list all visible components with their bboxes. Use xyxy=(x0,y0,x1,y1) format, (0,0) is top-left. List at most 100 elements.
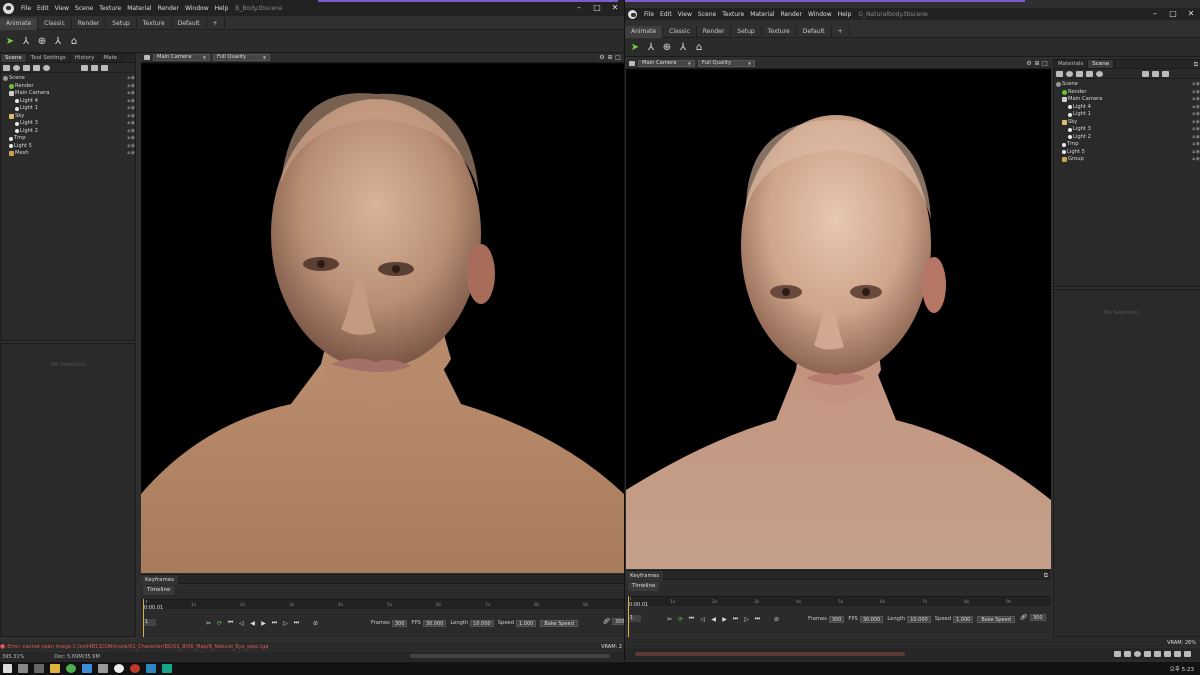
tab-setup[interactable]: Setup xyxy=(106,17,137,30)
lock-icon[interactable]: 🔒︎ xyxy=(1192,104,1195,112)
eye-icon[interactable]: ◉ xyxy=(1196,111,1200,119)
lock-icon[interactable]: 🔒︎ xyxy=(127,83,130,91)
move-tool-icon[interactable]: ⅄ xyxy=(19,35,33,49)
delete-icon[interactable] xyxy=(1162,70,1169,77)
tab-render[interactable]: Render xyxy=(72,17,107,30)
minimize-icon[interactable]: – xyxy=(1146,8,1164,20)
tree-item-sky[interactable]: Sky 🔒︎ ◉ xyxy=(1054,119,1200,127)
eye-icon[interactable]: ◉ xyxy=(131,135,135,143)
tab-history[interactable]: History xyxy=(71,54,100,62)
windows-start-icon[interactable] xyxy=(3,664,12,673)
next-key-icon[interactable]: ▷ xyxy=(741,616,752,623)
menu-file[interactable]: File xyxy=(641,11,657,18)
tab-scene[interactable]: Scene xyxy=(1088,60,1114,68)
messenger-icon[interactable] xyxy=(82,664,92,673)
link-icon[interactable]: 🔗︎ xyxy=(1018,614,1029,621)
horizontal-scrollbar[interactable] xyxy=(410,654,610,658)
delete-icon[interactable] xyxy=(101,64,108,71)
quality-dropdown[interactable]: Full Quality ▼ xyxy=(213,54,270,61)
lock-icon[interactable]: 🔒︎ xyxy=(1192,89,1195,97)
eye-icon[interactable]: ◉ xyxy=(131,143,135,151)
eye-icon[interactable]: ◉ xyxy=(1196,89,1200,97)
tab-materials[interactable]: Mate xyxy=(99,54,123,62)
minimize-icon[interactable]: – xyxy=(570,0,588,16)
tree-item-tmp[interactable]: Tmp 🔒︎ ◉ xyxy=(1,135,135,143)
eye-icon[interactable]: ◉ xyxy=(131,120,135,128)
menu-material[interactable]: Material xyxy=(747,11,777,18)
move-tool-icon[interactable]: ⅄ xyxy=(644,41,658,55)
add-sky-icon[interactable] xyxy=(43,64,50,71)
tree-item-light-5[interactable]: Light 5 🔒︎ ◉ xyxy=(1,143,135,151)
eye-icon[interactable]: ◉ xyxy=(1196,149,1200,157)
add-mesh-icon[interactable] xyxy=(1086,70,1093,77)
maximize-viewport-icon[interactable]: □ xyxy=(1041,60,1049,68)
lock-icon[interactable]: 🔒︎ xyxy=(1192,96,1195,104)
lock-icon[interactable]: 🔒︎ xyxy=(127,90,130,98)
lock-icon[interactable]: 🔒︎ xyxy=(127,128,130,136)
add-light-icon[interactable] xyxy=(13,64,20,71)
go-start-icon[interactable]: ⏮ xyxy=(686,615,697,623)
tree-item-light-2[interactable]: Light 2 🔒︎ ◉ xyxy=(1,128,135,136)
search-icon[interactable] xyxy=(18,664,28,673)
menu-help[interactable]: Help xyxy=(835,11,855,18)
tab-scene[interactable]: Scene xyxy=(1,54,27,62)
horizontal-scrollbar[interactable] xyxy=(635,652,905,656)
lock-icon[interactable]: 🔒︎ xyxy=(127,120,130,128)
lock-icon[interactable]: 🔒︎ xyxy=(127,150,130,158)
app-logo-icon[interactable] xyxy=(628,9,637,19)
render-stage[interactable] xyxy=(141,64,624,573)
maximize-icon[interactable]: □ xyxy=(1164,8,1182,20)
speed-field[interactable]: 1.000 xyxy=(953,615,974,623)
tree-item-light-3[interactable]: Light 3 🔒︎ ◉ xyxy=(1,120,135,128)
lock-icon[interactable]: 🔒︎ xyxy=(1192,156,1195,164)
bake-speed-button[interactable]: Bake Speed xyxy=(540,619,578,627)
link-icon[interactable]: 🔗︎ xyxy=(601,618,612,625)
loop-icon[interactable]: ⟳ xyxy=(214,620,225,627)
fps-field[interactable]: 30.000 xyxy=(859,615,884,623)
tree-item-mesh[interactable]: Mesh 🔒︎ ◉ xyxy=(1,150,135,158)
folder-icon[interactable] xyxy=(1154,651,1161,657)
tab-timeline[interactable]: Timeline xyxy=(628,582,660,591)
tree-item-render[interactable]: Render 🔒︎ ◉ xyxy=(1054,89,1200,97)
tab-texture[interactable]: Texture xyxy=(137,17,172,30)
tree-item-light-2[interactable]: Light 2 🔒︎ ◉ xyxy=(1054,134,1200,142)
end-frame-field[interactable]: 300 xyxy=(612,618,624,625)
tab-keyframes[interactable]: Keyframes xyxy=(626,571,664,581)
maximize-icon[interactable]: □ xyxy=(588,0,606,16)
menu-edit[interactable]: Edit xyxy=(657,11,675,18)
viewport[interactable]: Main Camera ▼ Full Quality ▼ ⚙ ⊞ □ xyxy=(626,59,1051,569)
folder-icon[interactable] xyxy=(1142,70,1149,77)
menu-edit[interactable]: Edit xyxy=(34,5,52,12)
gear-icon[interactable]: ⚙ xyxy=(598,54,606,62)
delete-icon[interactable] xyxy=(1184,651,1191,657)
eye-icon[interactable]: ◉ xyxy=(131,105,135,113)
add-light-icon[interactable] xyxy=(1066,70,1073,77)
save-icon[interactable] xyxy=(1164,651,1171,657)
eye-icon[interactable]: ◉ xyxy=(131,150,135,158)
panel-popout-icon[interactable]: ⧉ xyxy=(1044,572,1048,580)
menu-view[interactable]: View xyxy=(52,5,72,12)
toolbag-taskbar-icon[interactable] xyxy=(114,664,124,673)
playhead[interactable] xyxy=(143,599,144,637)
render-stage[interactable] xyxy=(626,70,1051,569)
record-icon[interactable]: ⊘ xyxy=(771,616,782,623)
lock-icon[interactable]: 🔒︎ xyxy=(1192,149,1195,157)
duplicate-icon[interactable] xyxy=(91,64,98,71)
gear-icon[interactable]: ⚙ xyxy=(1025,60,1033,68)
transform-tool-icon[interactable]: ⌂ xyxy=(67,35,81,49)
tab-default[interactable]: Default xyxy=(172,17,207,30)
grid-icon[interactable]: ⊞ xyxy=(606,54,614,62)
menu-scene[interactable]: Scene xyxy=(72,5,96,12)
go-end-icon[interactable]: ⏭ xyxy=(291,619,302,627)
fps-field[interactable]: 30.000 xyxy=(422,619,447,627)
eye-icon[interactable]: ◉ xyxy=(1196,104,1200,112)
eye-icon[interactable]: ◉ xyxy=(131,75,135,83)
eye-icon[interactable]: ◉ xyxy=(1196,141,1200,149)
scissors-icon[interactable]: ✂ xyxy=(664,616,675,623)
tab-timeline[interactable]: Timeline xyxy=(143,586,175,595)
chrome-icon[interactable] xyxy=(66,664,76,673)
lock-icon[interactable]: 🔒︎ xyxy=(1192,141,1195,149)
current-frame-field[interactable]: 1 xyxy=(144,619,156,626)
tab-add[interactable]: + xyxy=(832,25,850,38)
lock-icon[interactable]: 🔒︎ xyxy=(127,98,130,106)
